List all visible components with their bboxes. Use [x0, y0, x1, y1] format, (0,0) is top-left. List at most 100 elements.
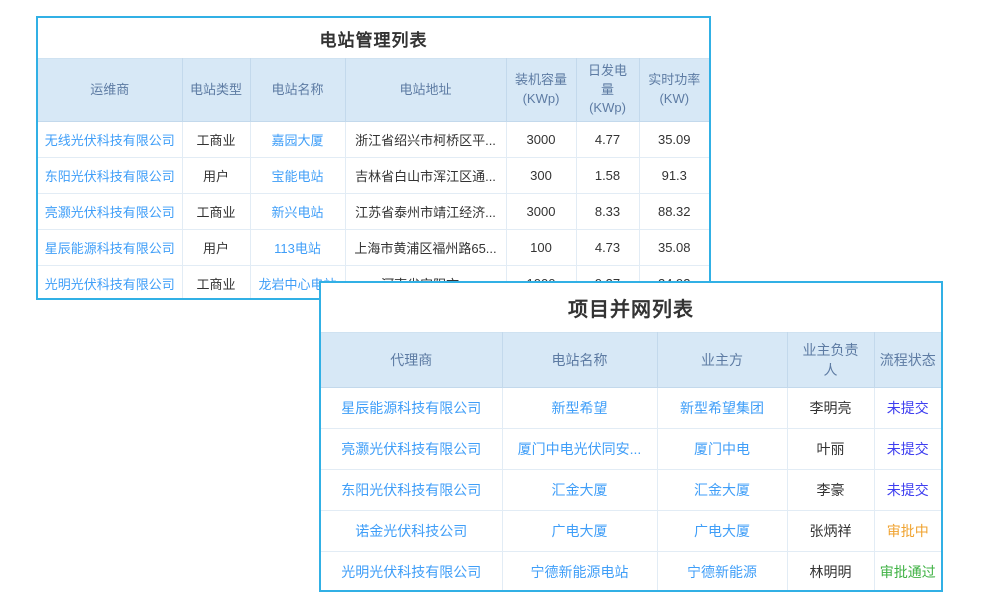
col-header-owner: 业主方	[657, 333, 787, 388]
cell-capacity: 300	[506, 158, 576, 194]
cell-station-name: 新型希望	[502, 388, 657, 429]
status-link[interactable]: 审批中	[887, 523, 929, 539]
status-link[interactable]: 未提交	[887, 400, 929, 416]
cell-agent: 光明光伏科技有限公司	[321, 552, 502, 593]
operator-link[interactable]: 星辰能源科技有限公司	[45, 241, 175, 256]
table-row: 星辰能源科技有限公司 用户 113电站 上海市黄浦区福州路65... 100 4…	[38, 230, 709, 266]
cell-station-name: 厦门中电光伏同安...	[502, 429, 657, 470]
status-link[interactable]: 未提交	[887, 441, 929, 457]
cell-capacity: 100	[506, 230, 576, 266]
owner-link[interactable]: 厦门中电	[694, 441, 750, 457]
station-table: 运维商 电站类型 电站名称 电站地址 装机容量 (KWp) 日发电量 (KWp)…	[38, 58, 709, 300]
owner-link[interactable]: 汇金大厦	[694, 482, 750, 498]
table-row: 无线光伏科技有限公司 工商业 嘉园大厦 浙江省绍兴市柯桥区平... 3000 4…	[38, 122, 709, 158]
agent-link[interactable]: 东阳光伏科技有限公司	[341, 482, 481, 498]
cell-agent: 诺金光伏科技公司	[321, 511, 502, 552]
project-grid-card: 项目并网列表 代理商 电站名称 业主方 业主负责人 流程状态 星辰能源科技有限公…	[319, 281, 943, 592]
operator-link[interactable]: 东阳光伏科技有限公司	[45, 169, 175, 184]
cell-station-address: 江苏省泰州市靖江经济...	[345, 194, 506, 230]
cell-owner-contact: 李豪	[787, 470, 874, 511]
status-link[interactable]: 未提交	[887, 482, 929, 498]
cell-owner-contact: 张炳祥	[787, 511, 874, 552]
cell-agent: 东阳光伏科技有限公司	[321, 470, 502, 511]
cell-process-status: 审批中	[874, 511, 941, 552]
col-header-station-address: 电站地址	[345, 59, 506, 122]
cell-process-status: 审批通过	[874, 552, 941, 593]
table-row: 东阳光伏科技有限公司 用户 宝能电站 吉林省白山市浑江区通... 300 1.5…	[38, 158, 709, 194]
station-name-link[interactable]: 新型希望	[552, 400, 608, 416]
col-header-process-status: 流程状态	[874, 333, 941, 388]
cell-operator: 亮灏光伏科技有限公司	[38, 194, 182, 230]
owner-link[interactable]: 新型希望集团	[680, 400, 764, 416]
table-row: 诺金光伏科技公司 广电大厦 广电大厦 张炳祥 审批中	[321, 511, 941, 552]
operator-link[interactable]: 光明光伏科技有限公司	[45, 277, 175, 292]
cell-operator: 无线光伏科技有限公司	[38, 122, 182, 158]
station-name-link[interactable]: 嘉园大厦	[271, 133, 323, 148]
cell-process-status: 未提交	[874, 470, 941, 511]
operator-link[interactable]: 亮灏光伏科技有限公司	[45, 205, 175, 220]
cell-operator: 东阳光伏科技有限公司	[38, 158, 182, 194]
station-management-card: 电站管理列表 运维商 电站类型 电站名称 电站地址 装机容量 (KWp) 日发电…	[36, 16, 711, 300]
cell-station-type: 工商业	[182, 266, 250, 301]
cell-agent: 亮灏光伏科技有限公司	[321, 429, 502, 470]
cell-station-type: 工商业	[182, 194, 250, 230]
cell-realtime-power: 88.32	[639, 194, 709, 230]
cell-realtime-power: 35.08	[639, 230, 709, 266]
owner-link[interactable]: 宁德新能源	[687, 564, 757, 580]
table-row: 光明光伏科技有限公司 宁德新能源电站 宁德新能源 林明明 审批通过	[321, 552, 941, 593]
table-row: 亮灏光伏科技有限公司 工商业 新兴电站 江苏省泰州市靖江经济... 3000 8…	[38, 194, 709, 230]
cell-station-type: 用户	[182, 158, 250, 194]
cell-station-type: 用户	[182, 230, 250, 266]
grid-table: 代理商 电站名称 业主方 业主负责人 流程状态 星辰能源科技有限公司 新型希望 …	[321, 332, 941, 592]
cell-station-name: 新兴电站	[250, 194, 345, 230]
cell-station-name: 宝能电站	[250, 158, 345, 194]
owner-link[interactable]: 广电大厦	[694, 523, 750, 539]
cell-daily-energy: 8.33	[576, 194, 639, 230]
cell-operator: 星辰能源科技有限公司	[38, 230, 182, 266]
cell-owner-contact: 李明亮	[787, 388, 874, 429]
col-header-capacity: 装机容量 (KWp)	[506, 59, 576, 122]
col-header-station-type: 电站类型	[182, 59, 250, 122]
agent-link[interactable]: 诺金光伏科技公司	[355, 523, 467, 539]
cell-station-name: 宁德新能源电站	[502, 552, 657, 593]
cell-realtime-power: 35.09	[639, 122, 709, 158]
cell-owner: 汇金大厦	[657, 470, 787, 511]
cell-owner: 新型希望集团	[657, 388, 787, 429]
operator-link[interactable]: 无线光伏科技有限公司	[45, 133, 175, 148]
cell-daily-energy: 1.58	[576, 158, 639, 194]
col-header-agent: 代理商	[321, 333, 502, 388]
grid-card-title: 项目并网列表	[321, 283, 941, 332]
cell-owner-contact: 叶丽	[787, 429, 874, 470]
col-header-station-name: 电站名称	[502, 333, 657, 388]
col-header-station-name: 电站名称	[250, 59, 345, 122]
cell-daily-energy: 4.77	[576, 122, 639, 158]
cell-daily-energy: 4.73	[576, 230, 639, 266]
cell-operator: 光明光伏科技有限公司	[38, 266, 182, 301]
cell-station-name: 汇金大厦	[502, 470, 657, 511]
cell-station-name: 嘉园大厦	[250, 122, 345, 158]
col-header-owner-contact: 业主负责人	[787, 333, 874, 388]
cell-owner: 宁德新能源	[657, 552, 787, 593]
cell-agent: 星辰能源科技有限公司	[321, 388, 502, 429]
station-name-link[interactable]: 宝能电站	[271, 169, 323, 184]
station-name-link[interactable]: 广电大厦	[552, 523, 608, 539]
station-name-link[interactable]: 113电站	[274, 241, 321, 256]
agent-link[interactable]: 星辰能源科技有限公司	[341, 400, 481, 416]
table-row: 星辰能源科技有限公司 新型希望 新型希望集团 李明亮 未提交	[321, 388, 941, 429]
agent-link[interactable]: 光明光伏科技有限公司	[341, 564, 481, 580]
station-name-link[interactable]: 厦门中电光伏同安...	[518, 441, 642, 457]
cell-station-address: 上海市黄浦区福州路65...	[345, 230, 506, 266]
station-table-header-row: 运维商 电站类型 电站名称 电站地址 装机容量 (KWp) 日发电量 (KWp)…	[38, 59, 709, 122]
agent-link[interactable]: 亮灏光伏科技有限公司	[341, 441, 481, 457]
cell-station-address: 吉林省白山市浑江区通...	[345, 158, 506, 194]
cell-process-status: 未提交	[874, 388, 941, 429]
station-name-link[interactable]: 汇金大厦	[552, 482, 608, 498]
status-link[interactable]: 审批通过	[880, 564, 936, 580]
table-row: 东阳光伏科技有限公司 汇金大厦 汇金大厦 李豪 未提交	[321, 470, 941, 511]
station-name-link[interactable]: 新兴电站	[271, 205, 323, 220]
cell-capacity: 3000	[506, 194, 576, 230]
cell-station-type: 工商业	[182, 122, 250, 158]
station-name-link[interactable]: 宁德新能源电站	[531, 564, 629, 580]
cell-owner: 广电大厦	[657, 511, 787, 552]
table-row: 亮灏光伏科技有限公司 厦门中电光伏同安... 厦门中电 叶丽 未提交	[321, 429, 941, 470]
